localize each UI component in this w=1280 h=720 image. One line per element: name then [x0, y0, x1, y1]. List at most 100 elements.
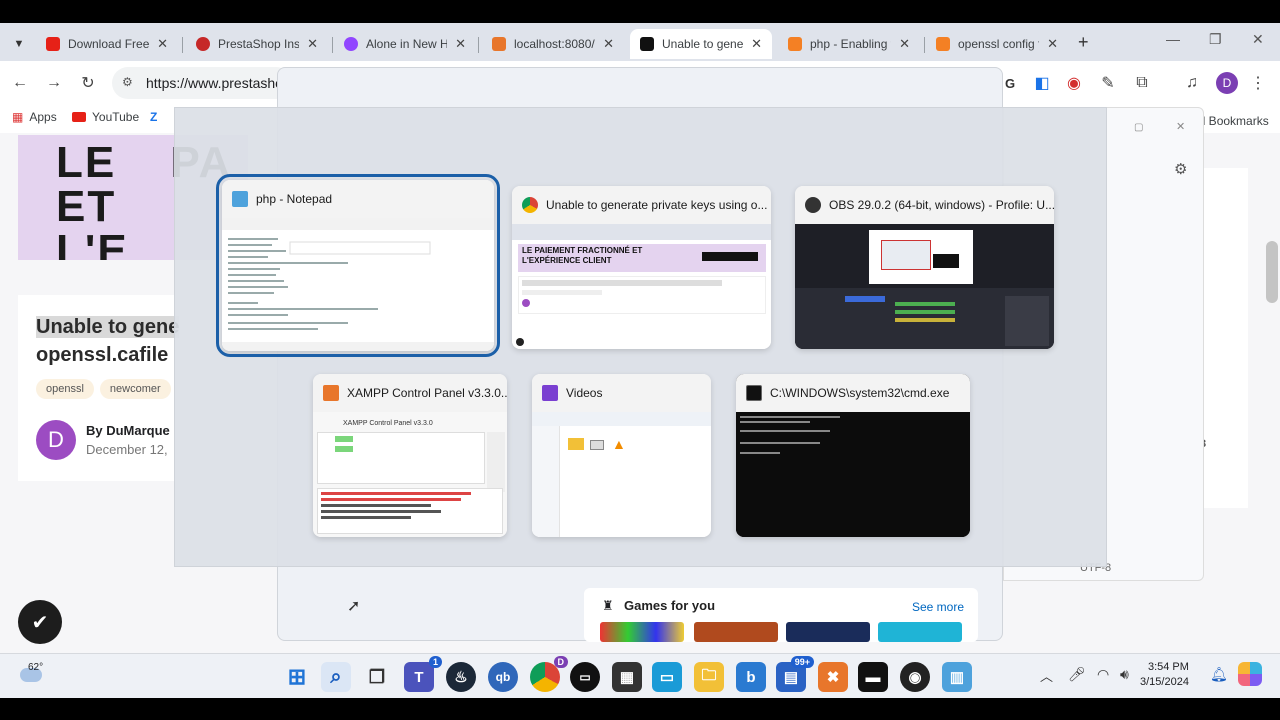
cmd-icon: [746, 385, 762, 401]
close-icon[interactable]: ✕: [603, 36, 614, 52]
tab-2[interactable]: Alone in New Ho ✕: [334, 29, 476, 59]
volume-icon[interactable]: 🔊︎: [1120, 666, 1129, 683]
notepad-icon[interactable]: ▥: [942, 662, 972, 692]
stackoverflow-icon: [788, 37, 802, 51]
tag-chip[interactable]: newcomer: [99, 379, 171, 399]
tab-0[interactable]: Download Free S ✕: [36, 29, 178, 59]
weather-widget[interactable]: 62°: [20, 660, 43, 682]
tab-1[interactable]: PrestaShop Insta ✕: [186, 29, 328, 59]
restore-icon[interactable]: ❐: [1209, 31, 1222, 48]
xampp-panel-title: XAMPP Control Panel v3.3.0: [343, 420, 433, 427]
obs-icon: [805, 197, 821, 213]
task-window-notepad[interactable]: php - Notepad: [216, 174, 500, 357]
game-thumbnail[interactable]: [600, 622, 684, 642]
xampp-icon[interactable]: ✖: [818, 662, 848, 692]
window-close-icon[interactable]: ✕: [1252, 31, 1264, 48]
qbittorrent-icon[interactable]: qb: [488, 662, 518, 692]
close-icon[interactable]: ✕: [751, 36, 762, 52]
task-window-videos[interactable]: Videos ▲: [532, 374, 711, 537]
close-icon[interactable]: ✕: [455, 36, 466, 52]
see-more-link[interactable]: See more: [912, 600, 964, 614]
twitch-icon: [344, 37, 358, 51]
windows-start-icon[interactable]: ⊞: [282, 662, 312, 692]
task-window-obs[interactable]: OBS 29.0.2 (64-bit, windows) - Profile: …: [795, 186, 1054, 349]
address-bar[interactable]: ⚙ https://www.prestasho: [112, 67, 292, 99]
extension-icon[interactable]: ◧: [1030, 71, 1054, 95]
chrome-icon: [522, 197, 538, 213]
videos-folder-icon: [542, 385, 558, 401]
close-icon[interactable]: ✕: [157, 36, 168, 52]
xampp-icon: [323, 385, 339, 401]
tab-3[interactable]: localhost:8080/t ✕: [482, 29, 624, 59]
puzzle-extensions-icon[interactable]: ⧉: [1130, 71, 1154, 95]
zillow-icon[interactable]: Z: [150, 110, 157, 124]
close-icon[interactable]: ✕: [899, 36, 910, 52]
cmd-icon[interactable]: ▬: [858, 662, 888, 692]
game-controller-icon: ♜: [602, 598, 614, 613]
microphone-icon[interactable]: 🎤︎: [1068, 666, 1086, 683]
games-panel: ♜ Games for you See more: [584, 588, 978, 642]
game-thumbnail[interactable]: [878, 622, 962, 642]
folder-icon: [568, 438, 584, 450]
chevron-up-icon[interactable]: ︿: [1040, 666, 1053, 685]
mouse-cursor-icon: ➚: [347, 598, 361, 615]
eyedropper-icon[interactable]: ✎: [1096, 71, 1120, 95]
chrome-icon[interactable]: D: [530, 656, 568, 692]
tab-search-chevron-icon[interactable]: ▼: [8, 33, 30, 55]
monitor-icon[interactable]: ▭: [652, 662, 682, 692]
back-arrow-icon[interactable]: ←: [8, 71, 32, 95]
game-thumbnail[interactable]: [786, 622, 870, 642]
menu-kebab-icon[interactable]: ⋮: [1246, 71, 1270, 95]
bing-icon[interactable]: b: [736, 662, 766, 692]
oculus-icon[interactable]: ▭: [570, 662, 600, 692]
search-icon[interactable]: ⌕: [321, 662, 351, 692]
gear-icon[interactable]: ⚙: [1174, 160, 1187, 178]
wifi-icon[interactable]: ◠: [1097, 666, 1109, 683]
pokeball-icon[interactable]: ◉: [1062, 71, 1086, 95]
file-explorer-icon[interactable]: 🗀: [694, 662, 724, 692]
obs-icon[interactable]: ◉: [900, 662, 930, 692]
reload-icon[interactable]: ↻: [76, 71, 100, 95]
notepad-icon: [232, 191, 248, 207]
system-clock[interactable]: 3:54 PM 3/15/2024: [1140, 660, 1189, 690]
tab-title: openssl config f: [958, 37, 1040, 51]
close-icon[interactable]: ✕: [307, 36, 318, 52]
window-title: php - Notepad: [256, 192, 333, 206]
restore-icon[interactable]: ▢: [1134, 122, 1143, 133]
window-title: Videos: [566, 386, 603, 400]
calculator-icon[interactable]: ▦: [612, 662, 642, 692]
new-tab-button[interactable]: +: [1078, 32, 1089, 53]
bookmark-apps[interactable]: ▦ Apps: [12, 110, 57, 124]
profile-avatar[interactable]: D: [1216, 72, 1238, 94]
task-window-xampp[interactable]: XAMPP Control Panel v3.3.0... XAMPP Cont…: [313, 374, 507, 537]
tag-chip[interactable]: openssl: [36, 379, 94, 399]
task-view-icon[interactable]: ❐: [362, 662, 392, 692]
task-window-cmd[interactable]: C:\WINDOWS\system32\cmd.exe: [736, 374, 970, 537]
youtube-icon: [46, 37, 60, 51]
tab-title: Download Free S: [68, 37, 150, 51]
xampp-icon: [492, 37, 506, 51]
steam-icon[interactable]: ♨: [446, 662, 476, 692]
close-icon[interactable]: ✕: [1047, 36, 1058, 52]
game-thumbnail[interactable]: [694, 622, 778, 642]
tab-6[interactable]: openssl config f ✕: [926, 29, 1068, 59]
desktop-screen: ▼ Download Free S ✕ PrestaShop Insta ✕ A…: [0, 23, 1280, 698]
tab-4-active[interactable]: Unable to gener ✕: [630, 29, 772, 59]
preview-heading: LE PAIEMENT FRACTIONNÉ ET L'EXPÉRIENCE C…: [522, 246, 643, 265]
news-icon[interactable]: ▤ 99+: [776, 656, 814, 692]
site-info-icon[interactable]: ⚙: [122, 75, 133, 89]
forward-arrow-icon[interactable]: →: [42, 71, 66, 95]
teams-icon[interactable]: T1: [404, 656, 442, 692]
notification-bell-icon[interactable]: 🔔︎: [1210, 666, 1228, 683]
media-controls-icon[interactable]: ♫: [1180, 71, 1204, 95]
video-file-icon: [590, 440, 604, 450]
copilot-icon[interactable]: [1238, 662, 1262, 686]
close-icon[interactable]: ✕: [1176, 120, 1185, 133]
task-window-browser[interactable]: Unable to generate private keys using o.…: [512, 186, 771, 349]
author-name[interactable]: By DuMarque: [86, 423, 170, 438]
tab-5[interactable]: php - Enabling t ✕: [778, 29, 920, 59]
scrollbar-thumb[interactable]: [1266, 241, 1278, 303]
bookmark-youtube[interactable]: YouTube: [72, 110, 139, 124]
minimize-icon[interactable]: —: [1166, 31, 1180, 47]
grid-icon: ▦: [12, 110, 24, 124]
